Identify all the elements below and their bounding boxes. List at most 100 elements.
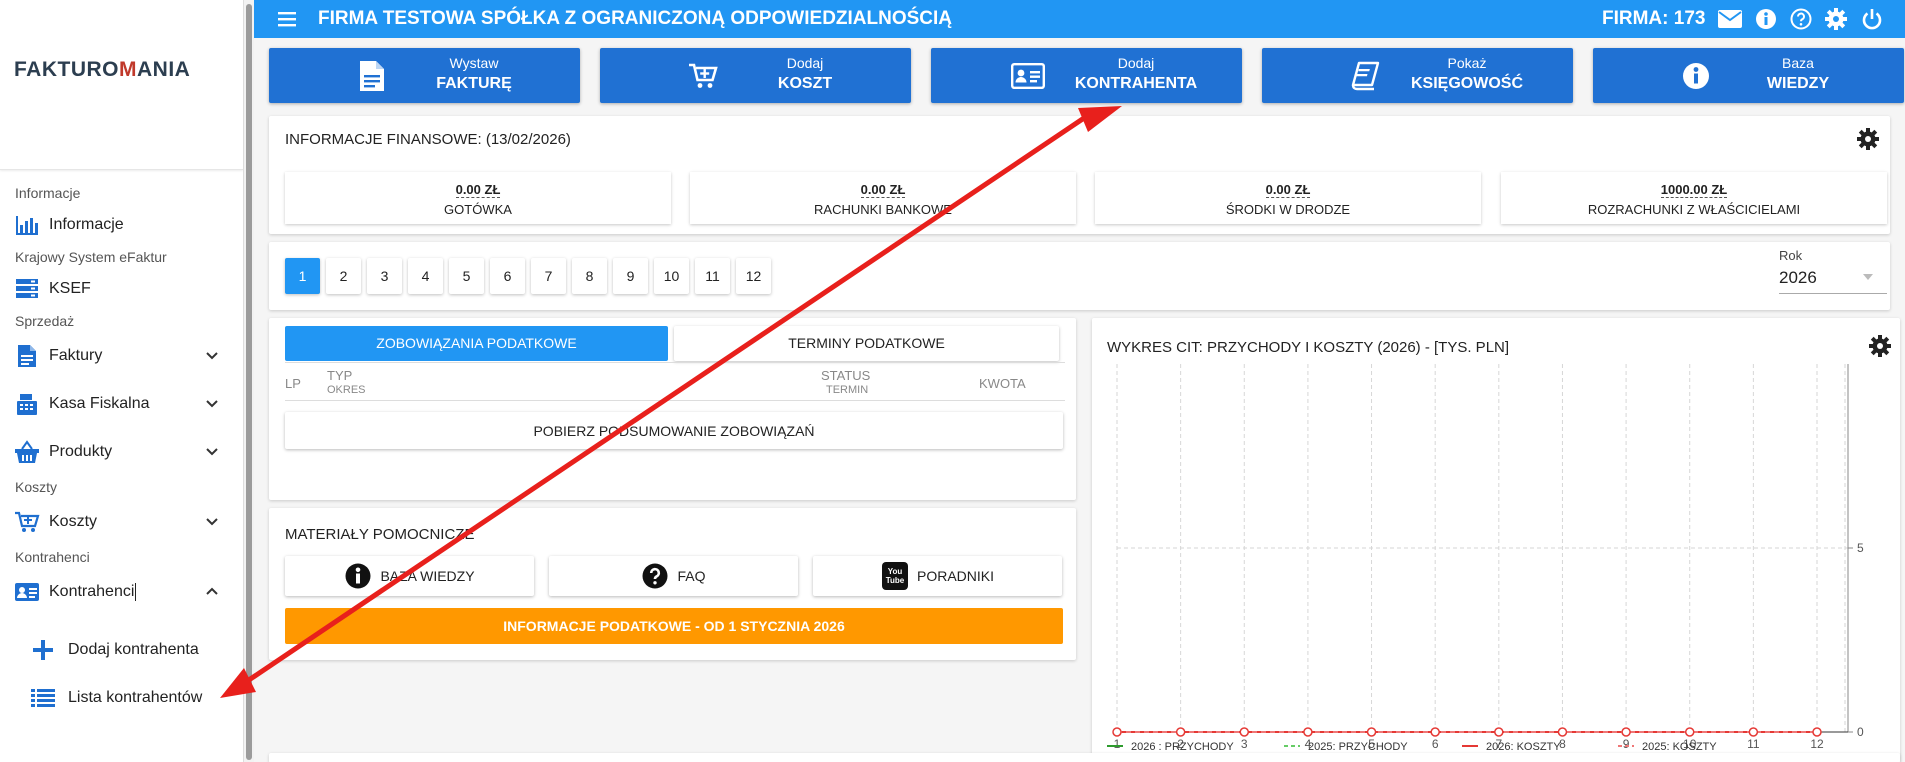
finance-tile-rachunki[interactable]: 0.00 ZŁ RACHUNKI BANKOWE [690,172,1076,224]
list-icon [30,685,56,711]
logo-area: FAKTUROMANIA [0,0,243,170]
tab-zobowiazania-podatkowe[interactable]: ZOBOWIĄZANIA PODATKOWE [285,326,668,361]
scrollbar-thumb[interactable] [246,4,252,760]
finance-tile-gotowka[interactable]: 0.00 ZŁ GOTÓWKA [285,172,671,224]
gear-icon[interactable] [1824,7,1848,31]
fakturomania-logo[interactable]: FAKTUROMANIA [14,58,190,82]
month-button-10[interactable]: 10 [654,258,689,294]
dropdown-arrow-icon [1863,274,1873,280]
question-icon [641,562,669,590]
finance-tile-srodki[interactable]: 0.00 ZŁ ŚRODKI W DRODZE [1095,172,1481,224]
divider [285,400,1065,401]
month-button-2[interactable]: 2 [326,258,361,294]
sidebar-item-label: Faktury [49,347,103,364]
month-button-8[interactable]: 8 [572,258,607,294]
x-tick-label: 11 [1747,737,1760,751]
data-point [1812,727,1822,737]
month-button-1[interactable]: 1 [285,258,320,294]
tax-info-banner[interactable]: INFORMACJE PODATKOWE - OD 1 STYCZNIA 202… [285,608,1063,644]
chevron-down-icon[interactable] [204,443,220,459]
contact-card-icon [14,579,40,605]
quick-action-line1: Wystaw [449,55,499,71]
sidebar-item-ksef[interactable]: KSEF [0,268,243,310]
month-button-12[interactable]: 12 [736,258,771,294]
finance-title: INFORMACJE FINANSOWE: (13/02/2026) [285,131,571,148]
baza-wiedzy-button[interactable]: BAZA WIEDZY [285,556,534,596]
quick-action-baza-wiedzy[interactable]: Baza WIEDZY [1593,48,1904,103]
cit-chart: 051 2 3 4 5 6 7 8 9 10 11 122026 : PRZYCHODY 2025: P… [1107,364,1864,753]
legend-label: 2026 : PRZYCHODY [1131,741,1234,753]
chevron-down-icon[interactable] [204,347,220,363]
hamburger-menu-icon[interactable] [276,9,298,29]
envelope-icon[interactable] [1718,7,1742,31]
help-icon[interactable] [1789,7,1813,31]
tab-terminy-podatkowe[interactable]: TERMINY PODATKOWE [674,326,1059,361]
sidebar-item-produkty[interactable]: Produkty [0,428,243,476]
data-point [1366,727,1377,737]
text-cursor [135,583,137,601]
data-point [1239,727,1250,737]
book-icon [1350,60,1380,92]
materials-title: MATERIAŁY POMOCNICZE [285,526,475,543]
server-icon [14,276,40,302]
sidebar-subitem-dodaj-kontrahenta[interactable]: Dodaj kontrahenta [0,626,243,674]
info-icon [344,562,372,590]
finance-value: 0.00 ZŁ [860,182,906,198]
pobierz-podsumowanie-button[interactable]: POBIERZ PODSUMOWANIE ZOBOWIĄZAŃ [285,412,1063,449]
contact-card-icon [1011,60,1045,92]
quick-action-line2: KOSZT [777,75,833,92]
month-selector-card: 1 2 3 4 5 6 7 8 9 10 11 12 Rok 2026 [269,242,1890,310]
faq-button[interactable]: FAQ [549,556,798,596]
quick-action-dodaj-kontrahenta[interactable]: Dodaj KONTRAHENTA [931,48,1242,103]
divider [285,362,1065,363]
sidebar-item-koszty[interactable]: Koszty [0,498,243,546]
data-point [1430,727,1440,737]
x-tick-label: 3 [1241,737,1248,751]
chevron-down-icon[interactable] [204,513,220,529]
month-button-11[interactable]: 11 [695,258,730,294]
finance-value: 0.00 ZŁ [455,182,501,198]
y-tick-label: 0 [1857,725,1864,739]
document-icon [357,60,387,92]
finance-label: ROZRACHUNKI Z WŁAŚCICIELAMI [1587,202,1801,217]
document-icon [14,343,40,369]
sidebar-item-faktury[interactable]: Faktury [0,332,243,380]
col-header-status: STATUS [821,368,871,383]
firma-id[interactable]: FIRMA: 173 [1602,8,1705,30]
quick-action-dodaj-koszt[interactable]: Dodaj KOSZT [600,48,911,103]
x-tick-label: 1 [1114,737,1121,751]
button-label: PORADNIKI [916,568,994,584]
month-button-3[interactable]: 3 [367,258,402,294]
sidebar-subitem-lista-kontrahentow[interactable]: Lista kontrahentów [0,674,243,722]
cash-register-icon [14,391,40,417]
quick-action-wystaw-fakture[interactable]: Wystaw FAKTURĘ [269,48,580,103]
sidebar-item-label: Koszty [49,513,98,530]
chevron-up-icon[interactable] [204,583,220,599]
month-button-7[interactable]: 7 [531,258,566,294]
sidebar-item-kontrahenci[interactable]: Kontrahenci [0,568,243,616]
sidebar-item-kasa-fiskalna[interactable]: Kasa Fiskalna [0,380,243,428]
info-icon[interactable] [1754,7,1778,31]
logo-text-right: ANIA [137,58,191,81]
finance-tile-rozrachunki[interactable]: 1000.00 ZŁ ROZRACHUNKI Z WŁAŚCICIELAMI [1501,172,1887,224]
chevron-down-icon[interactable] [204,395,220,411]
quick-action-line1: Dodaj [1117,55,1155,71]
year-label: Rok [1779,248,1803,263]
poradniki-button[interactable]: You Tube PORADNIKI [813,556,1062,596]
quick-action-pokaz-ksiegowosc[interactable]: Pokaż KSIĘGOWOŚĆ [1262,48,1573,103]
month-button-5[interactable]: 5 [449,258,484,294]
bar-chart-icon [14,212,40,238]
month-button-4[interactable]: 4 [408,258,443,294]
sidebar-subitem-label: Lista kontrahentów [68,689,203,706]
company-title: FIRMA TESTOWA SPÓŁKA Z OGRANICZONĄ ODPOW… [318,8,953,29]
power-icon[interactable] [1860,7,1884,31]
gear-icon[interactable] [1857,128,1879,150]
month-button-9[interactable]: 9 [613,258,648,294]
year-select[interactable]: 2026 [1779,262,1887,294]
sidebar-item-informacje[interactable]: Informacje [0,204,243,246]
month-button-6[interactable]: 6 [490,258,525,294]
section-ksef: Krajowy System eFaktur [15,249,167,265]
y-tick-label: 5 [1857,541,1864,555]
sidebar-scrollbar[interactable] [244,0,254,762]
data-point [1557,727,1568,737]
